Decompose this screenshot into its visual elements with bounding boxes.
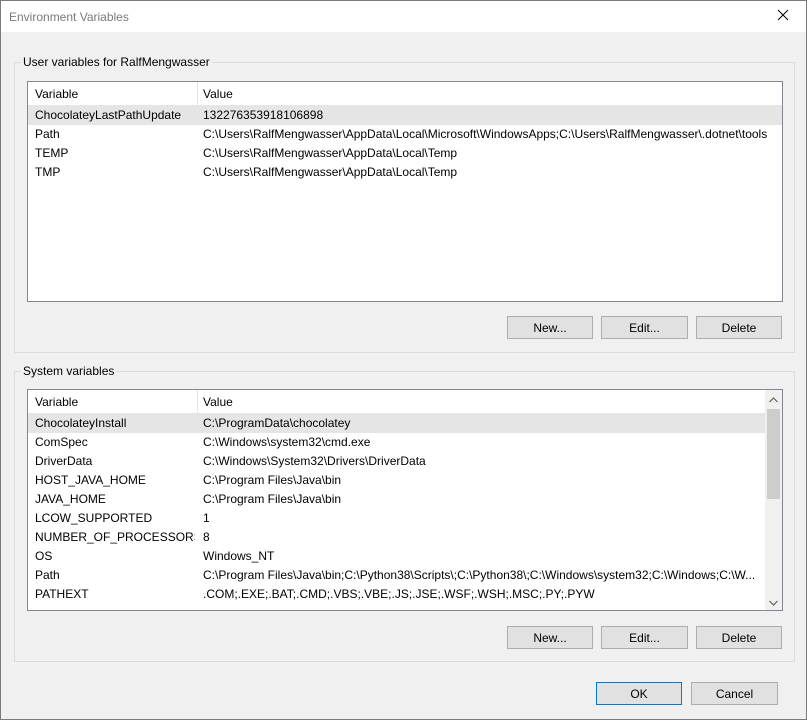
list-header: Variable Value [28,82,782,106]
table-row[interactable]: DriverData C:\Windows\System32\Drivers\Dr… [28,452,765,471]
system-delete-button[interactable]: Delete [696,626,782,649]
table-row[interactable]: TEMP C:\Users\RalfMengwasser\AppData\Loca… [28,144,782,163]
user-new-button[interactable]: New... [507,316,593,339]
variable-name-cell: Path [35,568,60,582]
variable-value-cell: C:\Windows\system32\cmd.exe [203,435,371,449]
variable-value-cell: C:\Users\RalfMengwasser\AppData\Local\Te… [203,146,458,160]
variable-name-cell: DriverData [35,454,93,468]
table-row[interactable]: LCOW_SUPPORTED 1 [28,509,765,528]
table-row[interactable]: HOST_JAVA_HOME C:\Program Files\Java\bin [28,471,765,490]
variable-name-cell: ComSpec [35,435,88,449]
variable-value-cell: 8 [203,530,210,544]
user-edit-button[interactable]: Edit... [601,316,688,339]
ok-button[interactable]: OK [596,682,682,705]
title-bar[interactable]: Environment Variables [1,1,806,32]
system-variables-list[interactable]: Variable Value ChocolateyInstall C:\Progr… [27,389,783,611]
close-icon [777,9,789,24]
user-delete-button[interactable]: Delete [696,316,782,339]
variable-name-cell: OS [35,549,53,563]
variable-value-cell: C:\Users\RalfMengwasser\AppData\Local\Te… [203,165,458,179]
user-variables-list[interactable]: Variable Value ChocolateyLastPathUpdate 1… [27,81,783,302]
variable-value-cell: .COM;.EXE;.BAT;.CMD;.VBS;.VBE;.JS;.JSE;.… [203,587,595,601]
system-variables-group-label: System variables [21,364,117,378]
scroll-up-button[interactable] [765,390,782,407]
variable-value-cell: C:\Windows\System32\Drivers\DriverData [203,454,426,468]
column-header-variable[interactable]: Variable [29,82,197,106]
variable-name-cell: ChocolateyInstall [35,416,127,430]
column-header-value[interactable]: Value [197,82,782,106]
variable-name-cell: Path [35,127,60,141]
table-row[interactable]: ChocolateyLastPathUpdate 1322763539181068… [28,106,782,125]
table-row[interactable]: ComSpec C:\Windows\system32\cmd.exe [28,433,765,452]
variable-value-cell: C:\Program Files\Java\bin [203,492,342,506]
system-edit-button[interactable]: Edit... [601,626,688,649]
variable-value-cell: C:\Program Files\Java\bin;C:\Python38\Sc… [203,568,756,582]
vertical-scrollbar[interactable] [765,390,782,610]
column-header-value[interactable]: Value [197,390,765,414]
table-row[interactable]: TMP C:\Users\RalfMengwasser\AppData\Local… [28,163,782,182]
variable-name-cell: TMP [35,165,61,179]
table-row[interactable]: Path C:\Program Files\Java\bin;C:\Python3… [28,566,765,585]
variable-name-cell: JAVA_HOME [35,492,106,506]
variable-name-cell: TEMP [35,146,69,160]
scroll-thumb[interactable] [767,409,780,499]
table-row[interactable]: JAVA_HOME C:\Program Files\Java\bin [28,490,765,509]
chevron-down-icon [769,595,778,609]
user-variables-group-label: User variables for RalfMengwasser [21,55,212,69]
variable-name-cell: PATHEXT [35,587,89,601]
variable-name-cell: LCOW_SUPPORTED [35,511,153,525]
cancel-button[interactable]: Cancel [691,682,778,705]
variable-value-cell: 132276353918106898 [203,108,324,122]
table-row[interactable]: NUMBER_OF_PROCESSORS 8 [28,528,765,547]
scroll-down-button[interactable] [765,593,782,610]
list-header: Variable Value [28,390,765,414]
variable-value-cell: C:\Users\RalfMengwasser\AppData\Local\Mi… [203,127,768,141]
environment-variables-dialog: Environment Variables User variables for… [0,0,807,720]
table-row[interactable]: ChocolateyInstall C:\ProgramData\chocolat… [28,414,765,433]
close-button[interactable] [760,1,806,32]
table-row[interactable]: PATHEXT .COM;.EXE;.BAT;.CMD;.VBS;.VBE;.JS… [28,585,765,604]
variable-value-cell: C:\ProgramData\chocolatey [203,416,351,430]
table-row[interactable]: Path C:\Users\RalfMengwasser\AppData\Loca… [28,125,782,144]
table-row[interactable]: OS Windows_NT [28,547,765,566]
variable-name-cell: NUMBER_OF_PROCESSORS [35,530,195,544]
variable-name-cell: ChocolateyLastPathUpdate [35,108,182,122]
system-new-button[interactable]: New... [507,626,593,649]
variable-name-cell: HOST_JAVA_HOME [35,473,146,487]
variable-value-cell: Windows_NT [203,549,275,563]
column-header-variable[interactable]: Variable [29,390,197,414]
window-title: Environment Variables [9,10,129,24]
chevron-up-icon [769,392,778,406]
variable-value-cell: 1 [203,511,210,525]
variable-value-cell: C:\Program Files\Java\bin [203,473,342,487]
